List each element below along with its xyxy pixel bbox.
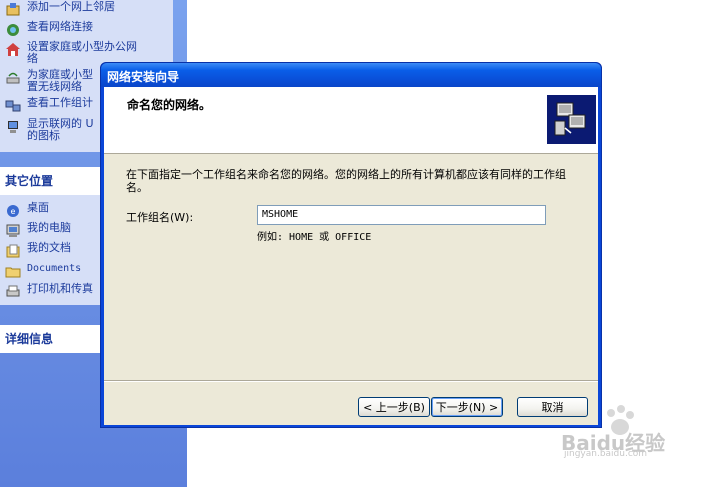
task-view-network-connections[interactable]: 查看网络连接: [4, 21, 172, 38]
back-button[interactable]: < 上一步(B): [358, 397, 430, 417]
folder-icon: [4, 263, 21, 280]
network-computers-icon: [547, 95, 596, 144]
dialog-title: 网络安装向导: [107, 70, 180, 84]
watermark-url: jingyan.baidu.com: [564, 449, 648, 459]
svg-text:e: e: [10, 207, 15, 216]
wizard-heading: 命名您的网络。: [127, 98, 212, 112]
task-add-network-place[interactable]: 添加一个网上邻居: [4, 1, 172, 18]
my-computer-icon: [4, 222, 21, 239]
dialog-client-area: 命名您的网络。 在下面指定一个工作组名来命名您的网络。您的网络上的所有计算机都应…: [104, 87, 598, 425]
workgroup-name-input[interactable]: MSHOME: [257, 205, 546, 225]
other-places-header[interactable]: 其它位置: [0, 167, 100, 195]
button-separator: [104, 380, 598, 382]
workgroup-computers-icon: [4, 97, 21, 114]
desktop-icon: e: [4, 202, 21, 219]
workgroup-name-label: 工作组名(W):: [126, 211, 194, 224]
wireless-network-icon: [4, 69, 21, 86]
my-documents-icon: [4, 242, 21, 259]
wizard-description: 在下面指定一个工作组名来命名您的网络。您的网络上的所有计算机都应该有同样的工作组…: [126, 168, 566, 194]
home-network-setup-icon: [4, 41, 21, 58]
upnp-devices-icon: [4, 118, 21, 135]
add-network-place-icon: [4, 1, 21, 18]
dialog-title-bar[interactable]: 网络安装向导: [101, 63, 601, 87]
cancel-button[interactable]: 取消: [517, 397, 588, 417]
printers-faxes-icon: [4, 283, 21, 300]
next-button[interactable]: 下一步(N) >: [431, 397, 503, 417]
wizard-header-banner: 命名您的网络。: [104, 87, 598, 154]
details-header[interactable]: 详细信息: [0, 325, 101, 353]
workgroup-example-hint: 例如: HOME 或 OFFICE: [257, 232, 372, 243]
network-connections-icon: [4, 21, 21, 38]
network-setup-wizard-dialog: 网络安装向导 命名您的网络。 在下面指定一个工作组名来命名您的网络。您的网络上的…: [100, 62, 602, 428]
